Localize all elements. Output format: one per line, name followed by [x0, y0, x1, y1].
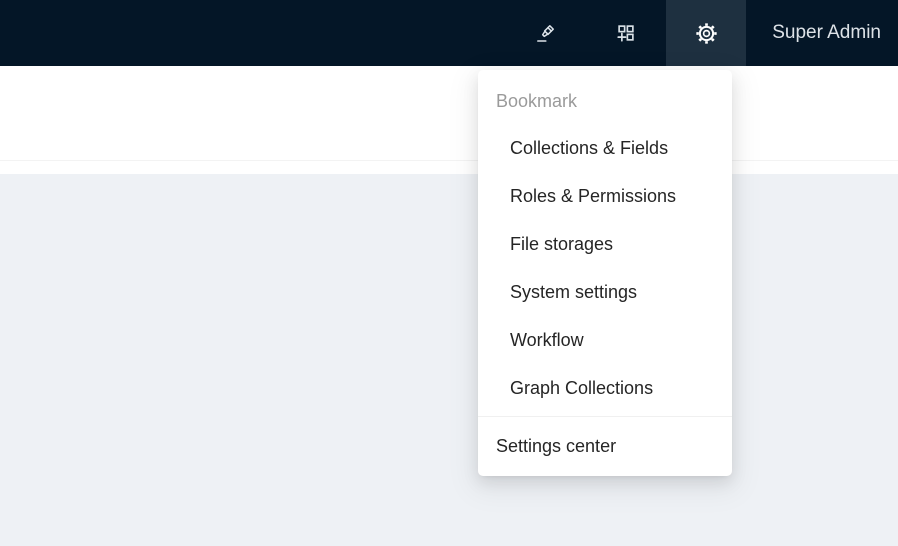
- page-content: [0, 174, 898, 546]
- blocks-add-icon: [615, 22, 637, 44]
- menu-item-graph-collections[interactable]: Graph Collections: [478, 364, 732, 412]
- menu-item-file-storages[interactable]: File storages: [478, 220, 732, 268]
- settings-button[interactable]: [666, 0, 746, 66]
- page-header: [0, 66, 898, 161]
- top-navbar: Super Admin: [0, 0, 898, 66]
- menu-item-settings-center[interactable]: Settings center: [478, 417, 732, 476]
- settings-gear-icon: [695, 22, 718, 45]
- user-menu[interactable]: Super Admin: [746, 0, 898, 66]
- menu-item-workflow[interactable]: Workflow: [478, 316, 732, 364]
- settings-dropdown-menu: Bookmark Collections & Fields Roles & Pe…: [478, 70, 732, 476]
- ui-editor-button[interactable]: [506, 0, 586, 66]
- navbar-spacer: [0, 0, 506, 66]
- menu-group-bookmark-label: Bookmark: [478, 78, 732, 124]
- highlight-icon: [534, 21, 558, 45]
- menu-item-roles-permissions[interactable]: Roles & Permissions: [478, 172, 732, 220]
- add-blocks-button[interactable]: [586, 0, 666, 66]
- menu-item-system-settings[interactable]: System settings: [478, 268, 732, 316]
- menu-item-collections-fields[interactable]: Collections & Fields: [478, 124, 732, 172]
- page-header-padding: [0, 161, 898, 174]
